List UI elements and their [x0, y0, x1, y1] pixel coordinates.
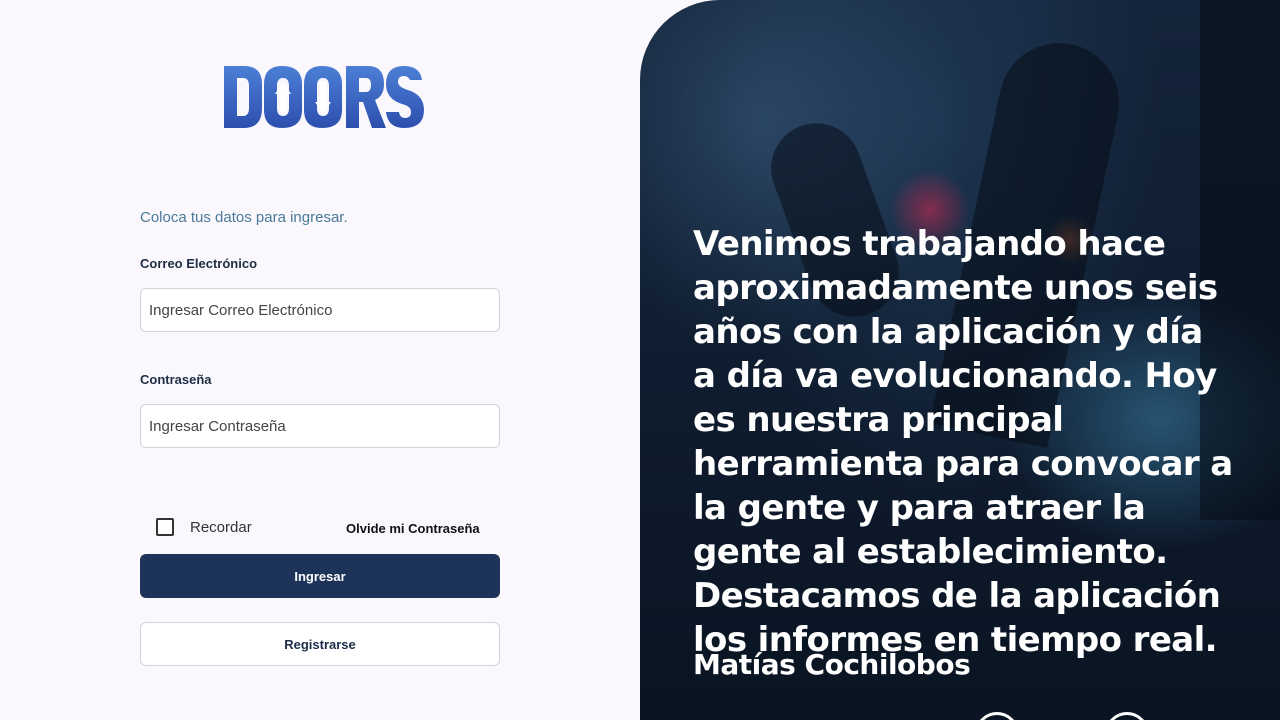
- forgot-password-link[interactable]: Olvide mi Contraseña: [346, 521, 480, 536]
- carousel-dot[interactable]: [1105, 712, 1149, 720]
- remember-checkbox[interactable]: [156, 518, 174, 536]
- doors-logo: [222, 62, 426, 132]
- login-intro-text: Coloca tus datos para ingresar.: [140, 209, 348, 226]
- password-field[interactable]: [140, 404, 500, 448]
- testimonial-author: Matías Cochilobos: [693, 648, 971, 681]
- doors-logo-graphic: [224, 66, 424, 128]
- login-button[interactable]: Ingresar: [140, 554, 500, 598]
- email-label: Correo Electrónico: [140, 256, 258, 271]
- login-panel: Coloca tus datos para ingresar. Correo E…: [0, 0, 640, 720]
- password-label: Contraseña: [140, 372, 212, 387]
- testimonial-panel: Venimos trabajando hace aproximadamente …: [640, 0, 1280, 720]
- remember-label: Recordar: [190, 518, 252, 536]
- email-field[interactable]: [140, 288, 500, 332]
- testimonial-quote: Venimos trabajando hace aproximadamente …: [693, 224, 1233, 660]
- carousel-dot[interactable]: [975, 712, 1019, 720]
- remember-me[interactable]: Recordar: [156, 518, 252, 536]
- register-button[interactable]: Registrarse: [140, 622, 500, 666]
